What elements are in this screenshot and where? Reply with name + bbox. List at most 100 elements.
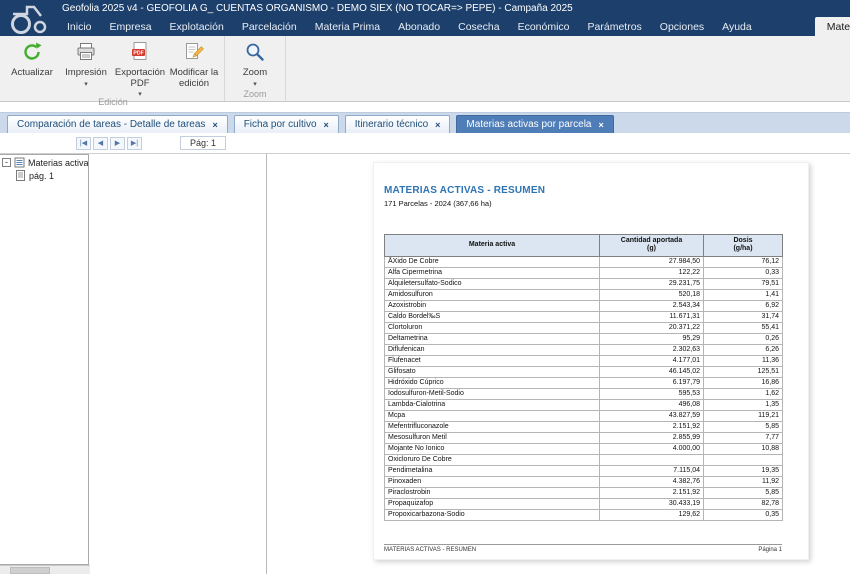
edit-report-button[interactable]: Modificar la edición — [167, 36, 221, 89]
footer-page-number: Página 1 — [758, 547, 782, 553]
ribbon-tab-materias-activas[interactable]: Materias activas por parcela — [814, 17, 850, 36]
cell-value: 496,08 — [599, 398, 704, 411]
cell-materia-activa: Glifosato — [384, 365, 600, 378]
cell-materia-activa: Amidosulfuron — [384, 288, 600, 301]
refresh-button[interactable]: Actualizar — [5, 36, 59, 79]
cell-materia-activa: Lambda-Cialotrina — [384, 398, 600, 411]
doc-tab-3[interactable]: Materias activas por parcela — [456, 115, 614, 133]
app-window: Geofolia 2025 v4 - GEOFOLIA G_ CUENTAS O… — [0, 0, 850, 574]
page-number-field[interactable]: Pág: 1 — [180, 136, 227, 150]
cell-value: 4.382,76 — [599, 475, 704, 488]
pager-previous-button[interactable] — [93, 136, 108, 150]
pager-first-button[interactable] — [76, 136, 91, 150]
cell-value: 1,35 — [703, 398, 783, 411]
doc-tab-1[interactable]: Ficha por cultivo — [233, 115, 339, 133]
menu-item-8[interactable]: Parámetros — [579, 17, 651, 36]
tab-close-icon[interactable] — [324, 120, 329, 130]
pager-last-button[interactable] — [127, 136, 142, 150]
cell-value: 11.671,31 — [599, 310, 704, 323]
cell-value — [703, 453, 783, 466]
cell-materia-activa: Propoxicarbazona-Sodio — [384, 508, 600, 521]
doc-tabstrip: Comparación de tareas - Detalle de tarea… — [0, 112, 850, 133]
cell-value: 16,86 — [703, 376, 783, 389]
tree-children: pág. 1 — [0, 168, 88, 181]
export-pdf-button[interactable]: PDF Exportación PDF — [113, 36, 167, 97]
tree-item-label: pág. 1 — [29, 170, 55, 181]
col-header-1: Cantidad aportada (g) — [599, 234, 704, 257]
table-row: Mesosulfuron Metil 2.855,99 7,77 — [384, 431, 783, 444]
tab-close-icon[interactable] — [598, 120, 603, 130]
tree-collapse-icon[interactable] — [2, 158, 11, 167]
cell-value: 2.855,99 — [599, 431, 704, 444]
doc-tab-label: Comparación de tareas - Detalle de tarea… — [17, 119, 206, 130]
zoom-button[interactable]: Zoom — [228, 36, 282, 87]
cell-materia-activa: Deltametrina — [384, 332, 600, 345]
print-button[interactable]: Impresión — [59, 36, 113, 87]
tree-item-page-1[interactable]: pág. 1 — [0, 168, 88, 181]
cell-value: 27.984,50 — [599, 255, 704, 268]
print-label: Impresión — [65, 67, 107, 79]
table-row: Pendimetalina 7.115,04 19,35 — [384, 464, 783, 477]
footer-left-text: MATERIAS ACTIVAS - RESUMEN — [384, 547, 477, 553]
menu-item-2[interactable]: Explotación — [161, 17, 233, 36]
table-row: ÃXido De Cobre 27.984,50 76,12 — [384, 255, 783, 268]
cell-value: 520,18 — [599, 288, 704, 301]
doc-tab-2[interactable]: Itinerario técnico — [344, 115, 451, 133]
cell-materia-activa: Iodosulfuron-Metil-Sodio — [384, 387, 600, 400]
table-row: Propoxicarbazona-Sodio 129,62 0,35 — [384, 508, 783, 521]
cell-value: 2.302,63 — [599, 343, 704, 356]
tree-item-root[interactable]: Materias activas -Res — [0, 155, 88, 168]
menu-item-1[interactable]: Empresa — [101, 17, 161, 36]
menu-item-3[interactable]: Parcelación — [233, 17, 306, 36]
table-row: Propaquizafop 30.433,19 82,78 — [384, 497, 783, 510]
table-row: Diflufenican 2.302,63 6,26 — [384, 343, 783, 356]
table-row: Flufenacet 4.177,01 11,36 — [384, 354, 783, 367]
scrollbar-thumb[interactable] — [10, 566, 50, 574]
cell-value: 29.231,75 — [599, 277, 704, 290]
cell-materia-activa: Mefentrifluconazole — [384, 420, 600, 433]
cell-value: 0,26 — [703, 332, 783, 345]
tab-close-icon[interactable] — [212, 120, 217, 130]
app-logo-icon — [6, 1, 54, 35]
tree-horizontal-scrollbar[interactable] — [0, 565, 90, 574]
pager-toolbar: Pág: 1 — [0, 133, 850, 154]
cell-value: 129,62 — [599, 508, 704, 521]
tab-close-icon[interactable] — [435, 120, 440, 130]
menu-items: Inicio Empresa Explotación Parcelación Mater… — [58, 17, 761, 36]
col-header-0: Materia activa — [384, 234, 600, 257]
menu-item-6[interactable]: Cosecha — [449, 17, 508, 36]
cell-value: 2.151,92 — [599, 486, 704, 499]
cell-value: 11,92 — [703, 475, 783, 488]
cell-materia-activa: Caldo Bordel‰S — [384, 310, 600, 323]
cell-materia-activa: Propaquizafop — [384, 497, 600, 510]
cell-materia-activa: Azoxistrobin — [384, 299, 600, 312]
title-bar: Geofolia 2025 v4 - GEOFOLIA G_ CUENTAS O… — [0, 0, 850, 34]
cell-materia-activa: Hidróxido Cúprico — [384, 376, 600, 389]
report-title: MATERIAS ACTIVAS - RESUMEN — [384, 185, 546, 196]
menu-item-5[interactable]: Abonado — [389, 17, 449, 36]
page-icon — [15, 170, 26, 181]
cell-value: 1,41 — [703, 288, 783, 301]
cell-materia-activa: Pinoxaden — [384, 475, 600, 488]
pager-next-button[interactable] — [110, 136, 125, 150]
table-header-row: Materia activa Cantidad aportada (g) Dosis(… — [384, 234, 783, 257]
magnifier-icon — [244, 41, 266, 66]
table-row: Lambda-Cialotrina 496,08 1,35 — [384, 398, 783, 411]
menu-item-0[interactable]: Inicio — [58, 17, 101, 36]
menu-item-7[interactable]: Económico — [509, 17, 579, 36]
doc-tab-0[interactable]: Comparación de tareas - Detalle de tarea… — [7, 115, 228, 133]
svg-text:PDF: PDF — [133, 50, 143, 56]
printer-icon — [75, 41, 97, 66]
menu-bar: Inicio Empresa Explotación Parcelación Mater… — [0, 17, 850, 36]
cell-value: 7.115,04 — [599, 464, 704, 477]
menu-item-10[interactable]: Ayuda — [713, 17, 761, 36]
menu-item-9[interactable]: Opciones — [651, 17, 713, 36]
cell-value — [599, 453, 704, 466]
cell-value: 11,36 — [703, 354, 783, 367]
doc-tab-label: Itinerario técnico — [354, 119, 429, 130]
menu-item-4[interactable]: Materia Prima — [306, 17, 389, 36]
ribbon-tab-label: Materias activas por parcela — [826, 20, 850, 33]
cell-value: 1,62 — [703, 387, 783, 400]
table-row: Oxicloruro De Cobre — [384, 453, 783, 466]
window-title: Geofolia 2025 v4 - GEOFOLIA G_ CUENTAS O… — [62, 3, 573, 14]
